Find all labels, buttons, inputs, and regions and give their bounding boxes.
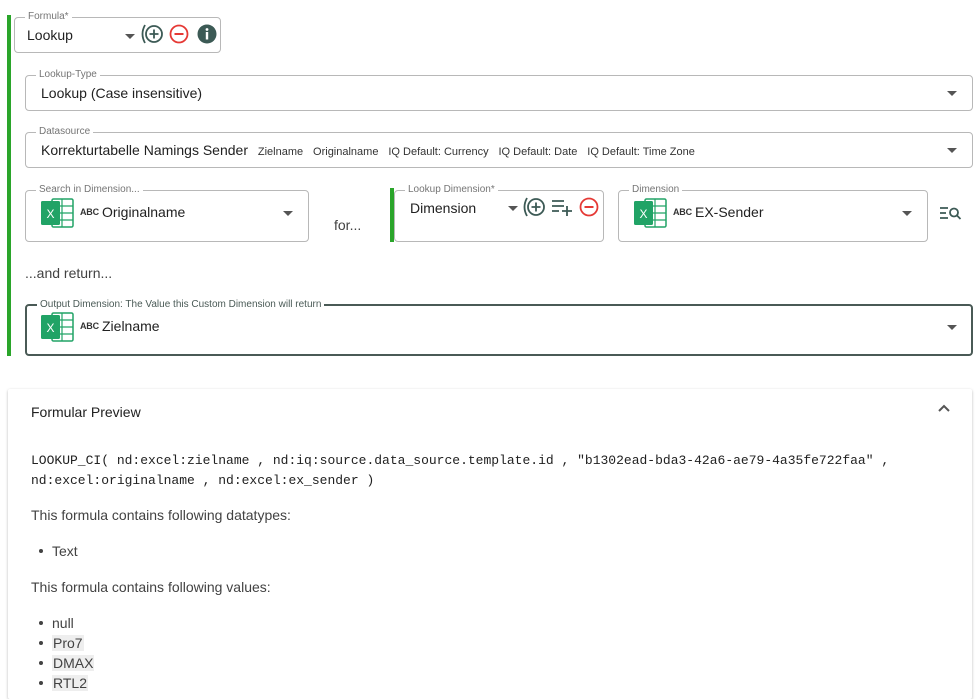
section-accent-bar: [7, 15, 11, 356]
formula-select[interactable]: Formula* Lookup: [14, 11, 221, 53]
svg-text:X: X: [46, 321, 54, 335]
lookup-type-legend: Lookup-Type: [36, 69, 100, 81]
output-dimension-select[interactable]: Output Dimension: The Value this Custom …: [25, 299, 973, 356]
dimension-value: EX-Sender: [695, 204, 764, 220]
formula-value: Lookup: [27, 27, 73, 43]
datasource-value: Korrekturtabelle Namings Sender Zielname…: [41, 142, 695, 158]
add-nested-icon[interactable]: [521, 196, 547, 218]
info-icon[interactable]: [196, 23, 218, 45]
datasource-tag: IQ Default: Date: [498, 146, 578, 158]
formula-code-line: LOOKUP_CI( nd:excel:zielname , nd:iq:sou…: [31, 453, 890, 468]
excel-icon: X: [41, 198, 74, 228]
dimension-legend: Dimension: [629, 184, 683, 196]
remove-icon[interactable]: [578, 196, 600, 218]
values-label: This formula contains following values:: [31, 579, 271, 595]
remove-icon[interactable]: [168, 23, 190, 45]
datatypes-list: Text: [12, 541, 78, 561]
list-item: null: [12, 613, 94, 633]
chevron-down-icon[interactable]: [947, 91, 957, 96]
preview-title[interactable]: Formular Preview: [31, 404, 141, 420]
formula-legend: Formula*: [25, 11, 72, 23]
list-search-icon[interactable]: [938, 203, 962, 223]
output-dimension-legend: Output Dimension: The Value this Custom …: [37, 299, 325, 311]
lookup-dimension-value: Dimension: [410, 200, 477, 216]
formula-code: LOOKUP_CI( nd:excel:zielname , nd:iq:sou…: [31, 451, 889, 491]
chevron-down-icon[interactable]: [947, 325, 957, 330]
chevron-down-icon[interactable]: [947, 148, 957, 153]
chevron-up-icon[interactable]: [937, 403, 951, 413]
chevron-down-icon[interactable]: [125, 34, 135, 39]
datasource-tag: IQ Default: Time Zone: [587, 146, 695, 158]
text-type-badge: ABC: [80, 207, 99, 217]
formula-preview-panel: Formular Preview LOOKUP_CI( nd:excel:zie…: [8, 389, 972, 699]
excel-icon: X: [634, 198, 667, 228]
search-dimension-value: Originalname: [102, 204, 186, 220]
dimension-select[interactable]: Dimension X ABC EX-Sender: [618, 184, 928, 242]
lookup-dimension-select[interactable]: Lookup Dimension* Dimension: [394, 184, 604, 242]
datasource-name: Korrekturtabelle Namings Sender: [41, 142, 248, 158]
output-dimension-value: Zielname: [102, 318, 160, 334]
values-list: null Pro7 DMAX RTL2: [12, 613, 95, 693]
for-label: for...: [334, 217, 362, 233]
chevron-down-icon[interactable]: [508, 206, 518, 211]
chevron-down-icon[interactable]: [902, 211, 912, 216]
svg-text:X: X: [639, 207, 647, 221]
add-nested-icon[interactable]: [139, 23, 165, 45]
list-item: DMAX: [12, 653, 95, 673]
datasource-tag: IQ Default: Currency: [388, 146, 489, 158]
list-item: RTL2: [12, 673, 94, 693]
datatypes-label: This formula contains following datatype…: [31, 507, 291, 523]
excel-icon: X: [41, 312, 74, 342]
datasource-tag: Zielname: [257, 146, 304, 158]
datasource-tag: Originalname: [313, 146, 379, 158]
value-text: DMAX: [52, 655, 95, 671]
and-return-label: ...and return...: [25, 265, 113, 281]
datasource-select[interactable]: Datasource Korrekturtabelle Namings Send…: [25, 126, 973, 168]
playlist-add-icon[interactable]: [550, 197, 574, 217]
list-item: Pro7: [12, 633, 94, 653]
search-dimension-legend: Search in Dimension...: [36, 184, 143, 196]
lookup-type-value: Lookup (Case insensitive): [41, 85, 203, 101]
search-dimension-select[interactable]: Search in Dimension... X ABC Originalnam…: [25, 184, 309, 242]
chevron-down-icon[interactable]: [283, 211, 293, 216]
list-item: Text: [12, 541, 78, 561]
formula-code-line: nd:excel:originalname , nd:excel:ex_send…: [31, 473, 375, 488]
lookup-type-select[interactable]: Lookup-Type Lookup (Case insensitive): [25, 69, 973, 111]
text-type-badge: ABC: [673, 207, 692, 217]
value-text: null: [52, 615, 74, 631]
lookup-dimension-legend: Lookup Dimension*: [405, 184, 498, 196]
value-text: Pro7: [52, 635, 84, 651]
svg-text:X: X: [46, 207, 54, 221]
datasource-legend: Datasource: [36, 126, 94, 138]
text-type-badge: ABC: [80, 321, 99, 331]
